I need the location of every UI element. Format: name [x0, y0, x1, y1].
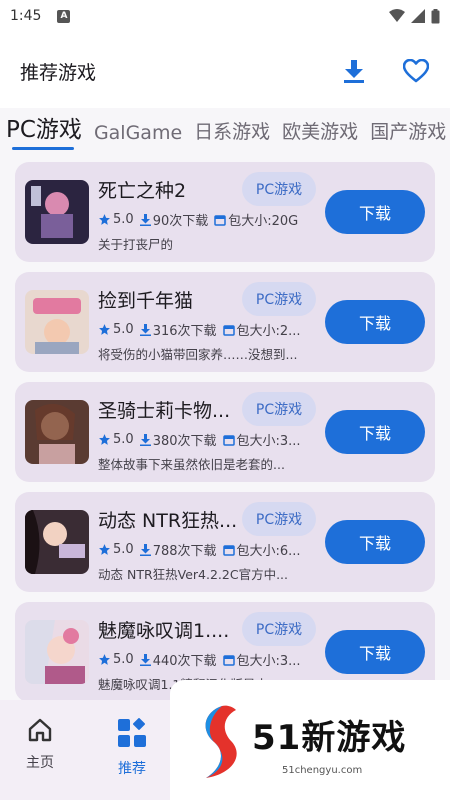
rating: 5.0 — [113, 432, 134, 447]
game-card[interactable]: 死亡之种2 PC游戏 5.0 90次下载 包大小:20G 关于打丧尸的 下载 — [15, 162, 435, 262]
grid-icon — [118, 718, 146, 747]
star-icon — [99, 214, 110, 225]
nav-item-home[interactable]: 主页 — [10, 718, 70, 772]
game-thumbnail — [25, 620, 89, 684]
game-meta: 5.0 440次下载 包大小:3... — [98, 650, 312, 669]
game-card[interactable]: 圣骑士莉卡物... PC游戏 5.0 380次下载 包大小:3... 整体故事下… — [15, 382, 435, 482]
tab-japanese-games[interactable]: 日系游戏 — [188, 117, 276, 152]
game-meta: 5.0 380次下载 包大小:3... — [98, 430, 312, 449]
download-count-icon — [139, 213, 151, 226]
category-tabs: PC游戏 GalGame 日系游戏 欧美游戏 国产游戏 — [0, 108, 450, 152]
star-icon — [99, 434, 110, 445]
package-icon — [214, 214, 226, 226]
tab-galgame[interactable]: GalGame — [88, 122, 188, 152]
package-size: 包大小:20G — [228, 214, 299, 229]
download-count-icon — [139, 653, 151, 666]
nav-label: 推荐 — [118, 761, 146, 777]
site-watermark: 51新游戏 51chengyu.com — [170, 680, 450, 800]
game-meta: 5.0 90次下载 包大小:20G — [98, 210, 312, 229]
tab-western-games[interactable]: 欧美游戏 — [276, 117, 364, 152]
download-button[interactable]: 下载 — [325, 410, 425, 454]
rating: 5.0 — [113, 322, 134, 337]
package-icon — [222, 324, 235, 336]
download-count: 380次下载 — [152, 434, 217, 449]
download-button[interactable]: 下载 — [325, 300, 425, 344]
heart-icon[interactable] — [402, 57, 430, 85]
wifi-icon — [389, 9, 405, 22]
download-icon[interactable] — [340, 57, 368, 85]
download-button[interactable]: 下载 — [325, 520, 425, 564]
package-icon — [222, 434, 235, 446]
category-tag: PC游戏 — [242, 172, 316, 206]
page-title: 推荐游戏 — [20, 61, 97, 84]
category-tag: PC游戏 — [242, 502, 316, 536]
package-size: 包大小:6... — [236, 544, 301, 559]
game-title: 圣骑士莉卡物... — [98, 400, 231, 422]
package-size: 包大小:3... — [236, 434, 301, 449]
package-icon — [222, 544, 235, 556]
star-icon — [99, 654, 110, 665]
category-tag: PC游戏 — [242, 282, 316, 316]
signal-icon — [411, 9, 425, 23]
download-button[interactable]: 下载 — [325, 190, 425, 234]
game-description: 将受伤的小猫带回家养……没想到... — [98, 347, 298, 362]
game-title: 死亡之种2 — [98, 180, 187, 202]
tab-chinese-games[interactable]: 国产游戏 — [364, 117, 450, 152]
watermark-text: 51新游戏 — [252, 718, 407, 758]
download-count-icon — [139, 433, 151, 446]
category-tag: PC游戏 — [242, 612, 316, 646]
watermark-url: 51chengyu.com — [282, 765, 363, 776]
battery-icon — [431, 8, 440, 23]
game-thumbnail — [25, 400, 89, 464]
game-thumbnail — [25, 180, 89, 244]
status-time: 1:45 — [10, 8, 42, 24]
package-size: 包大小:2... — [236, 324, 301, 339]
star-icon — [99, 544, 110, 555]
download-count: 788次下载 — [152, 544, 217, 559]
download-button[interactable]: 下载 — [325, 630, 425, 674]
game-description: 动态 NTR狂热Ver4.2.2C官方中... — [98, 567, 289, 582]
nav-label: 主页 — [26, 755, 54, 771]
game-thumbnail — [25, 510, 89, 574]
nav-item-recommend[interactable]: 推荐 — [102, 718, 162, 778]
download-count-icon — [139, 323, 151, 336]
game-meta: 5.0 788次下载 包大小:6... — [98, 540, 312, 559]
notification-a-icon: A — [57, 9, 71, 23]
rating: 5.0 — [113, 542, 134, 557]
game-thumbnail — [25, 290, 89, 354]
logo-icon — [205, 705, 237, 778]
category-tag: PC游戏 — [242, 392, 316, 426]
status-icons — [389, 8, 440, 24]
download-count-icon — [139, 543, 151, 556]
game-meta: 5.0 316次下载 包大小:2... — [98, 320, 312, 339]
package-size: 包大小:3... — [236, 654, 301, 669]
app-bar: 推荐游戏 — [0, 40, 450, 102]
status-bar: 1:45 A — [0, 0, 450, 32]
package-icon — [222, 654, 235, 666]
home-icon — [28, 718, 52, 742]
tab-pc-games[interactable]: PC游戏 — [0, 110, 88, 152]
rating: 5.0 — [113, 652, 134, 667]
rating: 5.0 — [113, 212, 134, 227]
download-count: 316次下载 — [152, 324, 217, 339]
game-description: 关于打丧尸的 — [98, 237, 174, 252]
game-card[interactable]: 捡到千年猫 PC游戏 5.0 316次下载 包大小:2... 将受伤的小猫带回家… — [15, 272, 435, 372]
game-description: 整体故事下来虽然依旧是老套的... — [98, 457, 285, 472]
game-title: 捡到千年猫 — [98, 290, 194, 312]
game-list[interactable]: 死亡之种2 PC游戏 5.0 90次下载 包大小:20G 关于打丧尸的 下载 捡… — [0, 152, 450, 700]
game-title: 魅魔咏叹调1.... — [98, 620, 230, 642]
game-title: 动态 NTR狂热... — [98, 510, 238, 532]
game-card[interactable]: 动态 NTR狂热... PC游戏 5.0 788次下载 包大小:6... 动态 … — [15, 492, 435, 592]
download-count: 440次下载 — [152, 654, 217, 669]
download-count: 90次下载 — [152, 214, 209, 229]
star-icon — [99, 324, 110, 335]
